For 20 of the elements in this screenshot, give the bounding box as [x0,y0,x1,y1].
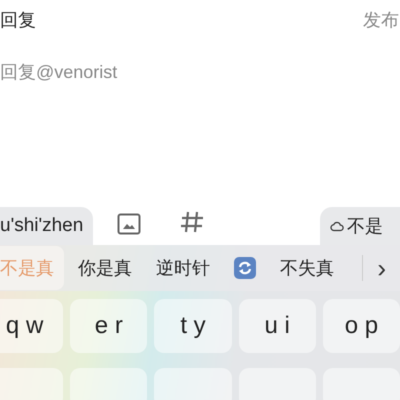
title: 回复 [0,8,36,32]
suggestion-tab[interactable]: 不是 [320,207,400,245]
cloud-icon [330,220,344,232]
pinyin-tab[interactable]: u'shi'zhen [0,207,94,245]
keyboard-key[interactable]: u i [238,299,316,353]
keyboard-key[interactable] [70,368,148,400]
reply-field[interactable]: 回复@venorist [0,52,400,92]
image-icon[interactable] [117,213,142,235]
keyboard-key[interactable]: o p [322,299,400,353]
keyboard-key[interactable] [154,368,232,400]
hashtag-icon[interactable] [179,209,206,235]
candidate-word[interactable]: 你是真 [68,246,142,290]
keyboard-key[interactable]: e r [70,299,148,353]
candidate-word[interactable]: 不失真 [270,246,344,290]
keyboard-key[interactable]: q w [0,299,64,353]
keyboard-key[interactable]: t y [154,299,232,353]
candidate-word[interactable]: 逆时针 [146,246,220,290]
more-candidates-button[interactable]: › [363,255,400,281]
publish-button[interactable]: 发布 [363,6,399,34]
refresh-app-icon[interactable] [234,257,256,279]
